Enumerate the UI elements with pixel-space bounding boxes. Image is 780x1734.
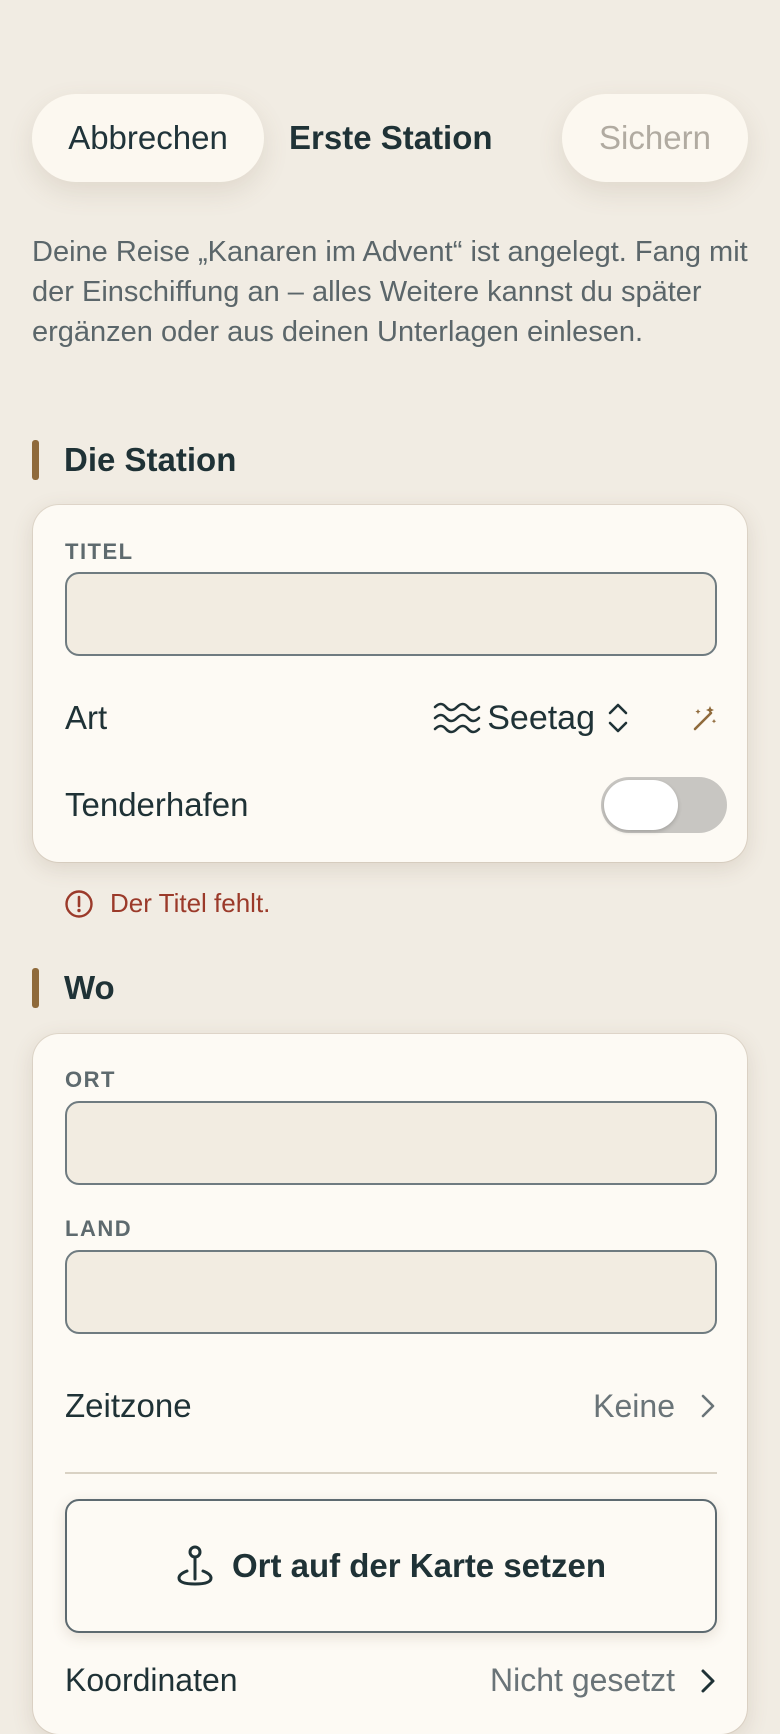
art-row[interactable]: Art Seetag xyxy=(65,688,719,748)
section-header-where: Wo xyxy=(32,968,115,1008)
cancel-button[interactable]: Abbrechen xyxy=(32,94,264,182)
title-error-message: Der Titel fehlt. xyxy=(64,888,270,919)
art-label: Art xyxy=(65,699,108,736)
magic-wand-icon[interactable] xyxy=(689,703,719,733)
set-location-on-map-button[interactable]: Ort auf der Karte setzen xyxy=(65,1499,717,1633)
timezone-label: Zeitzone xyxy=(65,1387,192,1424)
section-header-station: Die Station xyxy=(32,440,236,480)
section-title-where: Wo xyxy=(64,969,115,1006)
land-field-label: LAND xyxy=(65,1216,133,1241)
chevron-right-icon xyxy=(701,1669,715,1692)
map-pin-icon xyxy=(177,1545,213,1586)
coordinates-row[interactable]: Koordinaten Nicht gesetzt xyxy=(65,1662,719,1699)
station-card: TITEL Art Seetag Tenderhafen xyxy=(33,505,747,862)
art-select-value[interactable]: Seetag xyxy=(487,699,595,738)
error-text: Der Titel fehlt. xyxy=(110,888,271,918)
where-card: ORT LAND Zeitzone Keine Ort auf der Kart… xyxy=(33,1034,747,1734)
ort-field-label: ORT xyxy=(65,1067,116,1092)
timezone-value: Keine xyxy=(593,1387,675,1424)
section-accent-bar xyxy=(32,440,39,480)
land-input[interactable] xyxy=(65,1250,717,1334)
tenderhafen-row: Tenderhafen xyxy=(65,775,727,835)
map-button-label: Ort auf der Karte setzen xyxy=(231,1547,607,1584)
page-title: Erste Station xyxy=(289,119,493,156)
navigation-bar: Abbrechen Erste Station Sichern xyxy=(32,94,748,182)
tenderhafen-label: Tenderhafen xyxy=(65,786,249,823)
coordinates-value: Nicht gesetzt xyxy=(490,1662,675,1698)
intro-text: Deine Reise „Kanaren im Advent“ ist ange… xyxy=(32,236,748,348)
tenderhafen-toggle[interactable] xyxy=(601,777,727,833)
toggle-knob xyxy=(604,780,678,830)
chevron-up-down-icon xyxy=(608,703,628,733)
section-title-station: Die Station xyxy=(64,441,237,478)
exclamation-circle-icon xyxy=(65,889,93,918)
chevron-right-icon xyxy=(701,1394,715,1418)
coordinates-label: Koordinaten xyxy=(65,1662,238,1698)
title-field-label: TITEL xyxy=(65,539,134,564)
section-accent-bar xyxy=(32,968,39,1008)
title-input[interactable] xyxy=(65,572,717,656)
divider xyxy=(65,1472,717,1474)
timezone-row[interactable]: Zeitzone Keine xyxy=(65,1376,719,1436)
waves-icon xyxy=(433,702,481,734)
ort-input[interactable] xyxy=(65,1101,717,1185)
save-button[interactable]: Sichern xyxy=(562,94,748,182)
